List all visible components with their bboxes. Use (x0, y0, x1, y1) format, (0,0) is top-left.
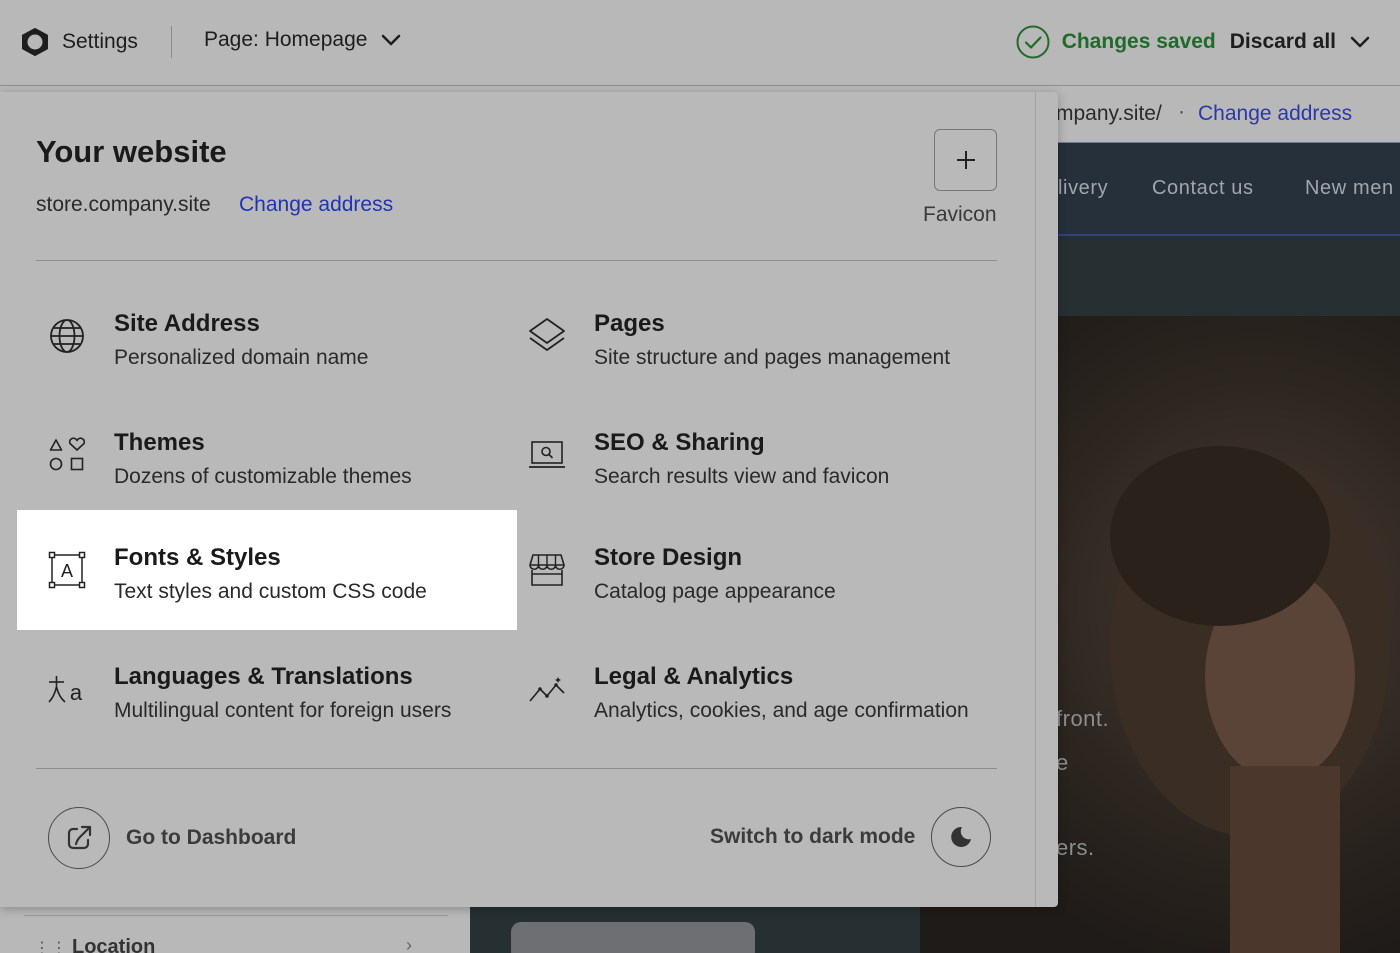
preview-nav-new-menu[interactable]: New men (1305, 177, 1394, 200)
menu-title: SEO & Sharing (594, 429, 765, 456)
menu-title: Pages (594, 310, 665, 337)
menu-title: Legal & Analytics (594, 663, 794, 690)
menu-item-pages[interactable]: Pages Site structure and pages managemen… (497, 276, 997, 396)
layers-icon (527, 316, 567, 356)
sidebar-divider (24, 915, 448, 916)
hexagon-logo-icon (22, 28, 48, 56)
menu-description: Search results view and favicon (594, 465, 890, 488)
favicon-label: Favicon (923, 203, 997, 226)
hero-text-line: ers. (1056, 835, 1095, 860)
svg-text:a: a (70, 680, 83, 705)
discard-all-label: Discard all (1229, 30, 1336, 53)
external-link-icon (48, 807, 110, 869)
menu-description: Analytics, cookies, and age confirmation (594, 699, 969, 722)
check-circle-icon (1016, 25, 1050, 59)
page-selector-dropdown[interactable]: Page: Homepage (204, 28, 401, 52)
drag-handle-icon[interactable]: ⋮⋮ (34, 938, 68, 953)
menu-title: Site Address (114, 310, 260, 337)
hero-text-line: front. (1056, 706, 1110, 731)
page-selector-label: Page: Homepage (204, 28, 368, 51)
favicon-add-button[interactable] (934, 129, 997, 191)
settings-panel: Your website store.company.site Change a… (0, 92, 1058, 907)
menu-title: Themes (114, 429, 205, 456)
settings-logo-button[interactable]: Settings (20, 27, 138, 57)
panel-title: Your website (36, 134, 227, 169)
translate-icon: a (47, 669, 87, 709)
menu-description: Catalog page appearance (594, 580, 836, 603)
save-status: Changes saved Discard all (1016, 25, 1370, 59)
topbar-divider (171, 26, 172, 58)
preview-change-address-link[interactable]: Change address (1198, 102, 1352, 126)
address-separator: · (1178, 100, 1185, 123)
storefront-icon (527, 550, 567, 590)
go-to-dashboard-label: Go to Dashboard (126, 826, 297, 849)
site-domain: store.company.site (36, 193, 211, 216)
analytics-icon (527, 669, 567, 709)
menu-item-languages[interactable]: a Languages & Translations Multilingual … (17, 629, 517, 749)
menu-title: Store Design (594, 544, 743, 571)
menu-description: Text styles and custom CSS code (114, 580, 427, 603)
menu-item-themes[interactable]: Themes Dozens of customizable themes (17, 395, 517, 515)
menu-description: Personalized domain name (114, 346, 369, 369)
preview-nav-delivery[interactable]: livery (1058, 177, 1108, 200)
menu-item-legal-analytics[interactable]: Legal & Analytics Analytics, cookies, an… (497, 629, 997, 749)
settings-label: Settings (62, 30, 138, 53)
sidebar-underlay: ⋮⋮ Location › (0, 905, 470, 953)
change-address-link[interactable]: Change address (239, 193, 393, 217)
preview-button[interactable] (511, 922, 755, 953)
dark-mode-toggle[interactable]: Switch to dark mode (710, 807, 992, 867)
changes-saved-text: Changes saved (1061, 30, 1216, 53)
svg-text:A: A (61, 561, 73, 581)
menu-description: Multilingual content for foreign users (114, 699, 452, 722)
go-to-dashboard-button[interactable]: Go to Dashboard (48, 807, 296, 869)
shapes-icon (47, 435, 87, 475)
menu-item-fonts-styles[interactable]: A Fonts & Styles Text styles and custom … (17, 510, 517, 630)
top-bar: Settings Page: Homepage Changes saved Di… (0, 0, 1400, 86)
chevron-down-icon (382, 34, 401, 46)
panel-scrollbar[interactable] (1035, 92, 1036, 907)
menu-item-store-design[interactable]: Store Design Catalog page appearance (497, 510, 997, 630)
plus-icon (956, 151, 975, 169)
chevron-down-icon (1350, 36, 1370, 48)
menu-description: Site structure and pages management (594, 346, 951, 369)
globe-icon (47, 316, 87, 356)
preview-nav-contact[interactable]: Contact us (1152, 177, 1254, 200)
chevron-right-icon: › (406, 935, 412, 953)
menu-description: Dozens of customizable themes (114, 465, 412, 488)
menu-item-site-address[interactable]: Site Address Personalized domain name (17, 276, 517, 396)
seo-laptop-icon (527, 435, 567, 475)
panel-divider (36, 260, 997, 261)
moon-icon (931, 807, 992, 867)
menu-title: Languages & Translations (114, 663, 413, 690)
menu-title: Fonts & Styles (114, 544, 281, 571)
menu-item-seo-sharing[interactable]: SEO & Sharing Search results view and fa… (497, 395, 997, 515)
discard-all-button[interactable]: Discard all (1230, 30, 1370, 54)
sidebar-item-location[interactable]: Location (72, 936, 155, 953)
panel-divider (36, 768, 997, 769)
font-frame-icon: A (47, 550, 87, 590)
preview-address-text: mpany.site/ (1056, 102, 1162, 125)
dark-mode-label: Switch to dark mode (710, 825, 916, 848)
